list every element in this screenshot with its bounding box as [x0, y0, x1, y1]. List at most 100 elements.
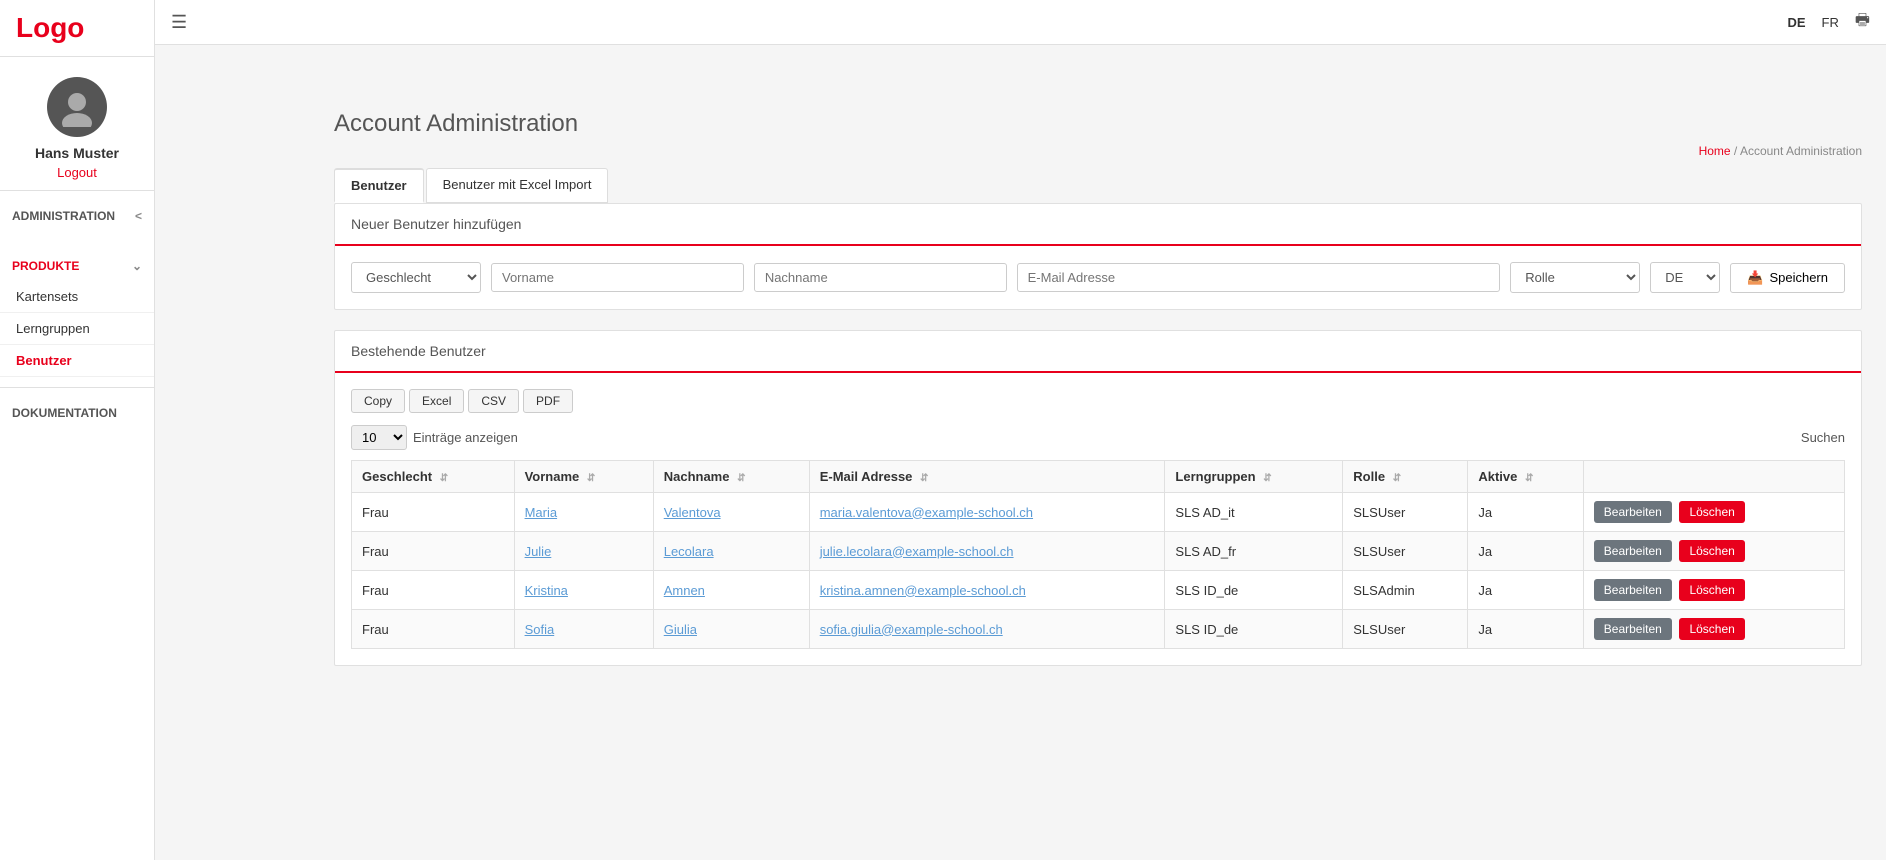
- sort-vorname-icon: ⇵: [587, 473, 595, 484]
- email-input[interactable]: [1017, 263, 1501, 292]
- lang-fr-button[interactable]: FR: [1822, 15, 1839, 30]
- nav-header-administration[interactable]: ADMINISTRATION <: [0, 201, 154, 231]
- cell-geschlecht: Frau: [352, 532, 515, 571]
- users-table: Geschlecht ⇵ Vorname ⇵ Nachname ⇵ E-Ma: [351, 460, 1845, 649]
- avatar: [47, 77, 107, 137]
- cell-nachname: Giulia: [653, 610, 809, 649]
- loeschen-button[interactable]: Löschen: [1679, 618, 1744, 640]
- cell-actions: Bearbeiten Löschen: [1583, 532, 1844, 571]
- cell-nachname: Lecolara: [653, 532, 809, 571]
- loeschen-button[interactable]: Löschen: [1679, 579, 1744, 601]
- geschlecht-select[interactable]: Geschlecht Herr Frau: [351, 262, 481, 293]
- cell-geschlecht: Frau: [352, 493, 515, 532]
- cell-nachname: Valentova: [653, 493, 809, 532]
- cell-nachname: Amnen: [653, 571, 809, 610]
- copy-button[interactable]: Copy: [351, 389, 405, 413]
- pdf-button[interactable]: PDF: [523, 389, 573, 413]
- cell-vorname: Julie: [514, 532, 653, 571]
- cell-geschlecht: Frau: [352, 571, 515, 610]
- printer-icon[interactable]: 🖶: [1855, 9, 1870, 36]
- tab-benutzer[interactable]: Benutzer: [334, 168, 424, 203]
- cell-actions: Bearbeiten Löschen: [1583, 571, 1844, 610]
- table-body: Frau Maria Valentova maria.valentova@exa…: [352, 493, 1845, 649]
- entries-select[interactable]: 10 25 50 100: [351, 425, 407, 450]
- sort-email-icon: ⇵: [920, 473, 928, 484]
- nav-header-dokumentation[interactable]: DOKUMENTATION: [0, 398, 154, 428]
- sprache-select[interactable]: DE FR: [1650, 262, 1720, 293]
- table-row: Frau Maria Valentova maria.valentova@exa…: [352, 493, 1845, 532]
- breadcrumb-current: Account Administration: [1740, 144, 1862, 158]
- cell-lerngruppen: SLS ID_de: [1165, 571, 1343, 610]
- cell-aktive: Ja: [1468, 610, 1583, 649]
- hamburger-icon[interactable]: ☰: [171, 12, 187, 33]
- new-user-panel: Neuer Benutzer hinzufügen Geschlecht Her…: [334, 203, 1862, 310]
- export-buttons: Copy Excel CSV PDF: [351, 389, 1845, 413]
- table-row: Frau Julie Lecolara julie.lecolara@examp…: [352, 532, 1845, 571]
- loeschen-button[interactable]: Löschen: [1679, 501, 1744, 523]
- save-label: Speichern: [1769, 270, 1828, 285]
- save-button[interactable]: 📥 Speichern: [1730, 263, 1845, 293]
- cell-vorname: Sofia: [514, 610, 653, 649]
- cell-email: maria.valentova@example-school.ch: [809, 493, 1165, 532]
- bearbeiten-button[interactable]: Bearbeiten: [1594, 579, 1672, 601]
- logout-link[interactable]: Logout: [57, 165, 97, 180]
- topbar: ☰ DE FR 🖶: [155, 0, 1886, 45]
- lang-de-button[interactable]: DE: [1787, 15, 1805, 30]
- existing-users-panel-body: Copy Excel CSV PDF 10 25 50 100 Einträge…: [335, 373, 1861, 665]
- sidebar-item-lerngruppen[interactable]: Lerngruppen: [0, 313, 154, 345]
- cell-rolle: SLSUser: [1343, 532, 1468, 571]
- col-email[interactable]: E-Mail Adresse ⇵: [809, 461, 1165, 493]
- cell-lerngruppen: SLS ID_de: [1165, 610, 1343, 649]
- breadcrumb-home[interactable]: Home: [1699, 144, 1731, 158]
- tab-excel-import[interactable]: Benutzer mit Excel Import: [426, 168, 609, 203]
- new-user-panel-header: Neuer Benutzer hinzufügen: [335, 204, 1861, 246]
- csv-button[interactable]: CSV: [468, 389, 519, 413]
- vorname-input[interactable]: [491, 263, 744, 292]
- cell-aktive: Ja: [1468, 571, 1583, 610]
- cell-aktive: Ja: [1468, 532, 1583, 571]
- nav-section-dokumentation: DOKUMENTATION: [0, 387, 154, 438]
- cell-vorname: Maria: [514, 493, 653, 532]
- entries-label: Einträge anzeigen: [413, 430, 518, 445]
- nav-header-produkte[interactable]: PRODUKTE ⌄: [0, 251, 154, 281]
- cell-lerngruppen: SLS AD_it: [1165, 493, 1343, 532]
- logo: Logo: [0, 0, 154, 57]
- sidebar-item-kartensets[interactable]: Kartensets: [0, 281, 154, 313]
- col-vorname[interactable]: Vorname ⇵: [514, 461, 653, 493]
- user-avatar-icon: [57, 87, 97, 127]
- col-aktive[interactable]: Aktive ⇵: [1468, 461, 1583, 493]
- cell-aktive: Ja: [1468, 493, 1583, 532]
- new-user-form: Geschlecht Herr Frau Rolle SLSUser SLSAd…: [351, 262, 1845, 293]
- rolle-select[interactable]: Rolle SLSUser SLSAdmin: [1510, 262, 1640, 293]
- breadcrumb: Home / Account Administration: [334, 144, 1862, 158]
- nachname-input[interactable]: [754, 263, 1007, 292]
- excel-button[interactable]: Excel: [409, 389, 464, 413]
- existing-users-panel-header: Bestehende Benutzer: [335, 331, 1861, 373]
- username: Hans Muster: [35, 145, 119, 161]
- col-nachname[interactable]: Nachname ⇵: [653, 461, 809, 493]
- col-geschlecht[interactable]: Geschlecht ⇵: [352, 461, 515, 493]
- col-lerngruppen[interactable]: Lerngruppen ⇵: [1165, 461, 1343, 493]
- sort-aktive-icon: ⇵: [1525, 473, 1533, 484]
- cell-actions: Bearbeiten Löschen: [1583, 493, 1844, 532]
- nav-section-label-dokumentation: DOKUMENTATION: [12, 406, 117, 420]
- bearbeiten-button[interactable]: Bearbeiten: [1594, 540, 1672, 562]
- cell-email: julie.lecolara@example-school.ch: [809, 532, 1165, 571]
- table-header: Geschlecht ⇵ Vorname ⇵ Nachname ⇵ E-Ma: [352, 461, 1845, 493]
- table-row: Frau Sofia Giulia sofia.giulia@example-s…: [352, 610, 1845, 649]
- entries-control: 10 25 50 100 Einträge anzeigen: [351, 425, 518, 450]
- bearbeiten-button[interactable]: Bearbeiten: [1594, 618, 1672, 640]
- sidebar: Logo Hans Muster Logout ADMINISTRATION <…: [0, 0, 155, 860]
- chevron-icon: <: [135, 209, 142, 223]
- search-label: Suchen: [1801, 430, 1845, 445]
- tabs: Benutzer Benutzer mit Excel Import: [334, 168, 1862, 203]
- bearbeiten-button[interactable]: Bearbeiten: [1594, 501, 1672, 523]
- cell-lerngruppen: SLS AD_fr: [1165, 532, 1343, 571]
- breadcrumb-separator: /: [1734, 144, 1737, 158]
- nav-section-label: ADMINISTRATION: [12, 209, 115, 223]
- table-controls: 10 25 50 100 Einträge anzeigen Suchen: [351, 425, 1845, 450]
- cell-vorname: Kristina: [514, 571, 653, 610]
- loeschen-button[interactable]: Löschen: [1679, 540, 1744, 562]
- sidebar-item-benutzer[interactable]: Benutzer: [0, 345, 154, 377]
- col-rolle[interactable]: Rolle ⇵: [1343, 461, 1468, 493]
